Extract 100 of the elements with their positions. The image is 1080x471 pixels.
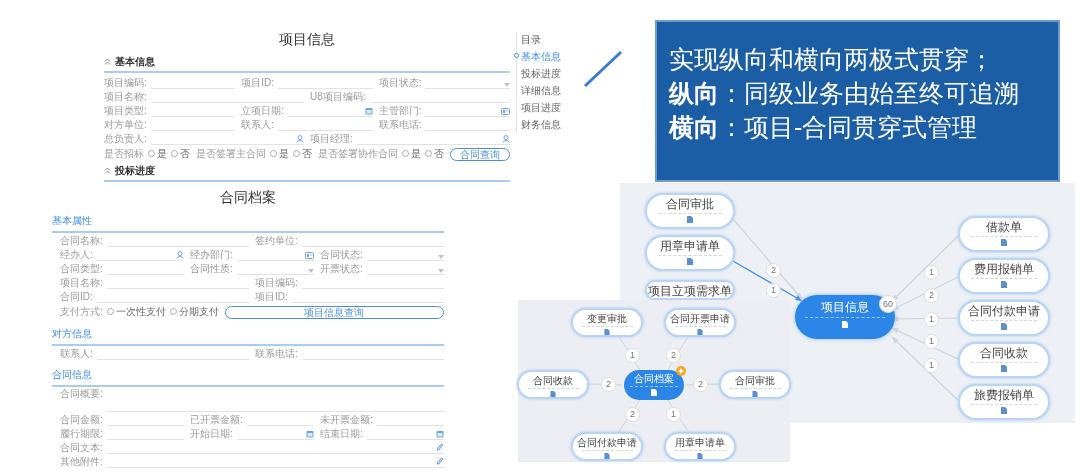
person-icon[interactable] — [176, 251, 184, 259]
count-badge: 2 — [924, 288, 939, 303]
count-badge: 2 — [766, 263, 781, 278]
count-badge: 1 — [924, 312, 939, 327]
radio-button[interactable] — [106, 308, 114, 315]
field-label: 是否招标 — [104, 147, 144, 161]
connector-line — [618, 399, 641, 433]
map-node[interactable]: 合同收款 — [958, 342, 1050, 378]
calendar-icon[interactable] — [306, 430, 314, 438]
map-node[interactable]: 费用报销单 — [958, 258, 1050, 294]
field-label: 合同文本: — [60, 442, 103, 454]
document-icon[interactable] — [604, 329, 610, 335]
radio-button[interactable] — [270, 150, 277, 157]
field-label: 合同名称: — [60, 235, 103, 247]
document-icon[interactable] — [752, 391, 758, 397]
radio-option[interactable]: 是 — [402, 146, 421, 161]
radio-button[interactable] — [425, 150, 432, 157]
radio-button[interactable] — [293, 150, 300, 157]
document-icon[interactable] — [1001, 281, 1007, 288]
count-badge: 2 — [601, 377, 616, 392]
calendar-icon[interactable] — [436, 430, 444, 438]
radio-option[interactable]: 分期支付 — [169, 304, 219, 319]
node-label: 项目立项需求单 — [648, 285, 732, 298]
dropdown-caret-icon[interactable] — [308, 269, 314, 273]
field-label: 主管部门: — [378, 105, 422, 117]
person-icon[interactable] — [296, 135, 304, 143]
id-card-icon[interactable] — [305, 252, 314, 259]
toc-item[interactable]: 基本信息 — [521, 49, 566, 64]
diagonal-line — [583, 50, 623, 88]
input-field[interactable] — [106, 442, 444, 454]
map-node[interactable]: 借款单 — [958, 216, 1050, 252]
document-icon[interactable] — [687, 258, 693, 265]
map-node[interactable]: 用章申请单 — [664, 432, 736, 461]
field-label: 是否签署主合同 — [196, 147, 266, 161]
input-field[interactable] — [288, 105, 373, 117]
dropdown-caret-icon[interactable] — [438, 269, 444, 273]
node-label: 借款单 — [986, 221, 1022, 234]
map-node[interactable]: 项目立项需求单 — [645, 280, 735, 300]
radio-option[interactable]: 是 — [270, 146, 289, 161]
count-badge: 1 — [625, 348, 640, 363]
radio-button[interactable] — [402, 150, 409, 157]
add-icon[interactable] — [676, 366, 686, 376]
document-icon[interactable] — [1001, 323, 1007, 330]
field-label: 合同金额: — [60, 414, 103, 426]
input-field[interactable] — [106, 456, 444, 468]
document-icon[interactable] — [1001, 239, 1007, 246]
input-field[interactable] — [366, 428, 444, 440]
id-card-icon[interactable] — [501, 108, 510, 115]
document-icon[interactable] — [550, 391, 556, 397]
map-node[interactable]: 旅费报销单 — [958, 384, 1050, 420]
document-icon[interactable] — [697, 453, 703, 459]
field-label: 开票状态: — [320, 263, 363, 275]
document-icon[interactable] — [1001, 365, 1007, 372]
map-node[interactable]: 合同付款申请 — [958, 300, 1050, 336]
document-icon[interactable] — [604, 453, 610, 459]
radio-button[interactable] — [148, 150, 155, 157]
map-node[interactable]: 合同付款申请 — [571, 432, 643, 461]
connector-line — [667, 399, 689, 433]
input-field[interactable] — [150, 133, 304, 145]
input-field[interactable] — [425, 105, 510, 117]
document-icon[interactable] — [842, 321, 848, 328]
input-field[interactable] — [236, 249, 314, 261]
document-icon[interactable] — [651, 389, 657, 396]
document-icon[interactable] — [697, 329, 703, 335]
calendar-icon[interactable] — [364, 107, 373, 115]
radio-button[interactable] — [169, 308, 177, 315]
radio-option[interactable]: 否 — [293, 146, 312, 161]
field-label: 经办人: — [60, 249, 93, 261]
radio-option[interactable]: 否 — [425, 146, 444, 161]
count-badge: 1 — [666, 407, 681, 422]
collapse-icon[interactable] — [104, 58, 111, 65]
radio-option[interactable]: 一次性支付 — [106, 304, 166, 319]
toc-item[interactable]: 投标进度 — [521, 66, 566, 81]
toc-item[interactable]: 详细信息 — [521, 83, 566, 98]
document-icon[interactable] — [687, 216, 693, 223]
map-node[interactable]: 合同审批 — [645, 193, 735, 229]
field-label: 是否签署协作合同 — [318, 147, 398, 161]
radio-option[interactable]: 是 — [148, 146, 167, 161]
connector-line — [667, 335, 689, 371]
map-node[interactable]: 合同审批 — [719, 370, 791, 399]
collapse-icon[interactable] — [104, 167, 111, 174]
map-node[interactable]: 变更审批 — [571, 308, 643, 337]
center-node[interactable]: 合同档案 — [624, 370, 684, 400]
field-label: 项目类型: — [104, 105, 147, 117]
document-icon[interactable] — [1001, 407, 1007, 414]
dropdown-caret-icon[interactable] — [438, 255, 444, 259]
person-icon[interactable] — [502, 135, 510, 143]
input-field[interactable] — [96, 249, 184, 261]
input-field[interactable] — [236, 428, 314, 440]
input-field[interactable] — [356, 133, 510, 145]
toc-item[interactable]: 项目进度 — [521, 100, 566, 115]
radio-option[interactable]: 否 — [171, 146, 190, 161]
radio-button[interactable] — [171, 150, 178, 157]
map-node[interactable]: 合同开票申请 — [664, 308, 736, 337]
field-label: 项目经理: — [310, 133, 353, 145]
field-label: 其他附件: — [60, 456, 103, 468]
map-node[interactable]: 用章申请单 — [645, 235, 735, 271]
map-node[interactable]: 合同收款 — [517, 370, 589, 399]
dropdown-caret-icon[interactable] — [504, 83, 510, 87]
toc-item[interactable]: 财务信息 — [521, 117, 566, 132]
